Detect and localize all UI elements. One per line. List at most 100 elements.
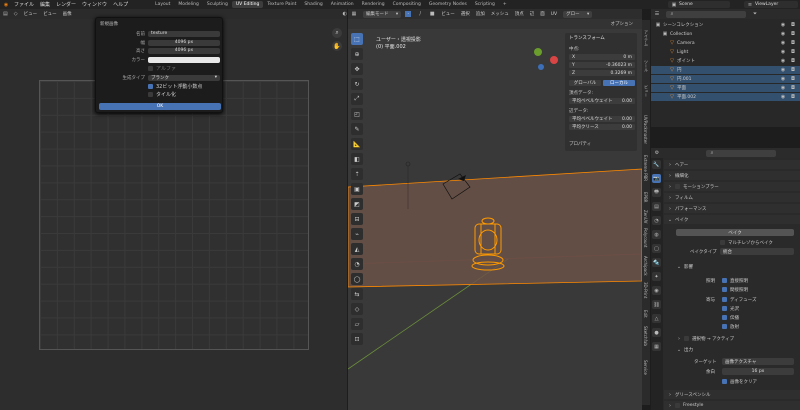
data-tab-icon[interactable]: △: [652, 314, 661, 323]
tab-item[interactable]: アイテム: [643, 30, 649, 46]
physics-tab-icon[interactable]: ◉: [652, 286, 661, 295]
render-camera-icon[interactable]: ◘: [790, 49, 796, 55]
global-button[interactable]: グローバル: [569, 80, 601, 86]
properties-type-icon[interactable]: ⚙: [654, 150, 660, 156]
inset-tool-icon[interactable]: ▣: [351, 183, 363, 195]
ok-button[interactable]: OK: [99, 103, 221, 110]
direct-checkbox[interactable]: [722, 278, 727, 283]
tab-archipack[interactable]: Archipack: [643, 256, 648, 276]
height-field[interactable]: 4096 px: [148, 47, 220, 54]
outliner-row[interactable]: ▽ 平面.002 ◉ ◘: [651, 93, 800, 101]
measure-tool-icon[interactable]: 📐: [351, 138, 363, 150]
render-camera-icon[interactable]: ◘: [790, 94, 796, 100]
tab-uv-editing[interactable]: UV Editing: [231, 1, 264, 8]
x-field[interactable]: X 0 m: [569, 54, 635, 60]
outliner-row[interactable]: ▽ ポイント ◉ ◘: [651, 57, 800, 65]
vertex-bevel-field[interactable]: 平均ベベルウェイト 0.00: [569, 98, 635, 104]
knife-tool-icon[interactable]: ⌁: [351, 228, 363, 240]
object-tab-icon[interactable]: ▢: [652, 244, 661, 253]
tab-polycount[interactable]: Polycount: [643, 228, 648, 247]
annotate-tool-icon[interactable]: ✎: [351, 123, 363, 135]
menu-edit[interactable]: 編集: [37, 1, 53, 8]
influence-header[interactable]: ⌄ 影響: [676, 262, 693, 271]
section-freestyle[interactable]: › Freestyle: [664, 401, 800, 410]
emit-checkbox[interactable]: [722, 324, 727, 329]
section-performance[interactable]: › パフォーマンス: [664, 204, 800, 213]
y-field[interactable]: Y -0.36023 m: [569, 62, 635, 68]
move-tool-icon[interactable]: ✥: [351, 63, 363, 75]
outliner-row[interactable]: ▣ Collection ◉ ◘: [651, 30, 800, 38]
section-hair[interactable]: › ヘアー: [664, 160, 800, 169]
outliner-row[interactable]: ▽ Camera ◉ ◘: [651, 39, 800, 47]
diffuse-checkbox[interactable]: [722, 297, 727, 302]
tab-extreme-pbr[interactable]: Extreme PBR: [643, 155, 648, 181]
visibility-eye-icon[interactable]: ◉: [780, 76, 786, 82]
tab-tool[interactable]: ツール: [643, 60, 649, 72]
scene-selector[interactable]: ▣ Scene: [668, 1, 730, 8]
bake-button[interactable]: ベイク: [676, 229, 794, 236]
outliner-row[interactable]: ▽ 円.001 ◉ ◘: [651, 75, 800, 83]
tab-modeling[interactable]: Modeling: [174, 1, 202, 8]
section-grease-pencil[interactable]: › グリースペンシル: [664, 390, 800, 399]
editor-type-icon[interactable]: ▤: [3, 11, 8, 17]
pan-hand-icon[interactable]: ✋: [332, 41, 342, 51]
shrink-tool-icon[interactable]: ◇: [351, 303, 363, 315]
tab-uvpackmaster[interactable]: UVPackmaster: [643, 115, 648, 144]
rip-tool-icon[interactable]: ⊡: [351, 333, 363, 345]
uv-menu-view2[interactable]: ビュー: [43, 11, 57, 17]
alpha-checkbox[interactable]: [148, 66, 153, 71]
tab-service[interactable]: Service: [643, 360, 648, 375]
tab-sculpting[interactable]: Sculpting: [203, 1, 232, 8]
name-field[interactable]: texture: [148, 30, 220, 37]
tab-shading[interactable]: Shading: [300, 1, 326, 8]
material-tab-icon[interactable]: ●: [652, 328, 661, 337]
multires-checkbox[interactable]: [720, 240, 725, 245]
section-sampling[interactable]: › 線細化: [664, 171, 800, 180]
gen-type-select[interactable]: ブランク ▾: [148, 74, 220, 81]
smooth-tool-icon[interactable]: ◯: [351, 273, 363, 285]
tab-compositing[interactable]: Compositing: [389, 1, 425, 8]
add-workspace-button[interactable]: +: [499, 1, 511, 8]
world-tab-icon[interactable]: ◍: [652, 230, 661, 239]
render-camera-icon[interactable]: ◘: [790, 85, 796, 91]
selected-to-active-checkbox[interactable]: [684, 336, 689, 341]
visibility-eye-icon[interactable]: ◉: [780, 31, 786, 37]
tool-tab-icon[interactable]: 🔧: [652, 160, 661, 169]
visibility-eye-icon[interactable]: ◉: [780, 85, 786, 91]
edge-slide-tool-icon[interactable]: ⇆: [351, 288, 363, 300]
outliner-type-icon[interactable]: ☰: [654, 11, 660, 17]
tab-scripting[interactable]: Scripting: [471, 1, 499, 8]
render-camera-icon[interactable]: ◘: [790, 22, 796, 28]
tab-animation[interactable]: Animation: [327, 1, 358, 8]
visibility-eye-icon[interactable]: ◉: [780, 58, 786, 64]
crease-field[interactable]: 平均クリース 0.00: [569, 124, 635, 130]
outliner-row[interactable]: ▽ 円 ◉ ◘: [651, 66, 800, 74]
render-camera-icon[interactable]: ◘: [790, 58, 796, 64]
blender-logo-icon[interactable]: ◉: [3, 2, 9, 8]
modifier-tab-icon[interactable]: 🔩: [652, 258, 661, 267]
scene-tab-icon[interactable]: ◔: [652, 216, 661, 225]
tab-edit[interactable]: Edit: [643, 310, 648, 318]
tab-epbr[interactable]: EPBR: [643, 192, 648, 202]
tab-texture-paint[interactable]: Texture Paint: [263, 1, 300, 8]
particles-tab-icon[interactable]: ✦: [652, 272, 661, 281]
width-field[interactable]: 4096 px: [148, 39, 220, 46]
outliner-search[interactable]: ⌕: [666, 10, 746, 18]
uv-select-mode-icon[interactable]: ◇: [14, 11, 18, 17]
poly-build-tool-icon[interactable]: ◭: [351, 243, 363, 255]
tab-view[interactable]: ビュー: [643, 85, 649, 97]
selected-to-active-row[interactable]: › 選択物 → アクティブ: [676, 334, 734, 343]
output-header[interactable]: ⌄ 出力: [676, 345, 693, 354]
section-bake[interactable]: ⌄ ベイク: [664, 215, 800, 224]
tab-3d-print[interactable]: 3D-Print: [643, 282, 648, 298]
transform-tool-icon[interactable]: ◰: [351, 108, 363, 120]
freestyle-checkbox[interactable]: [675, 403, 680, 408]
uv-grid[interactable]: [39, 80, 309, 350]
visibility-eye-icon[interactable]: ◉: [780, 94, 786, 100]
local-button[interactable]: ローカル: [603, 80, 635, 86]
menu-file[interactable]: ファイル: [11, 1, 37, 8]
menu-window[interactable]: ウィンドウ: [79, 1, 110, 8]
loop-cut-tool-icon[interactable]: ⊟: [351, 213, 363, 225]
select-tool-icon[interactable]: ⬚: [351, 33, 363, 45]
render-camera-icon[interactable]: ◘: [790, 40, 796, 46]
